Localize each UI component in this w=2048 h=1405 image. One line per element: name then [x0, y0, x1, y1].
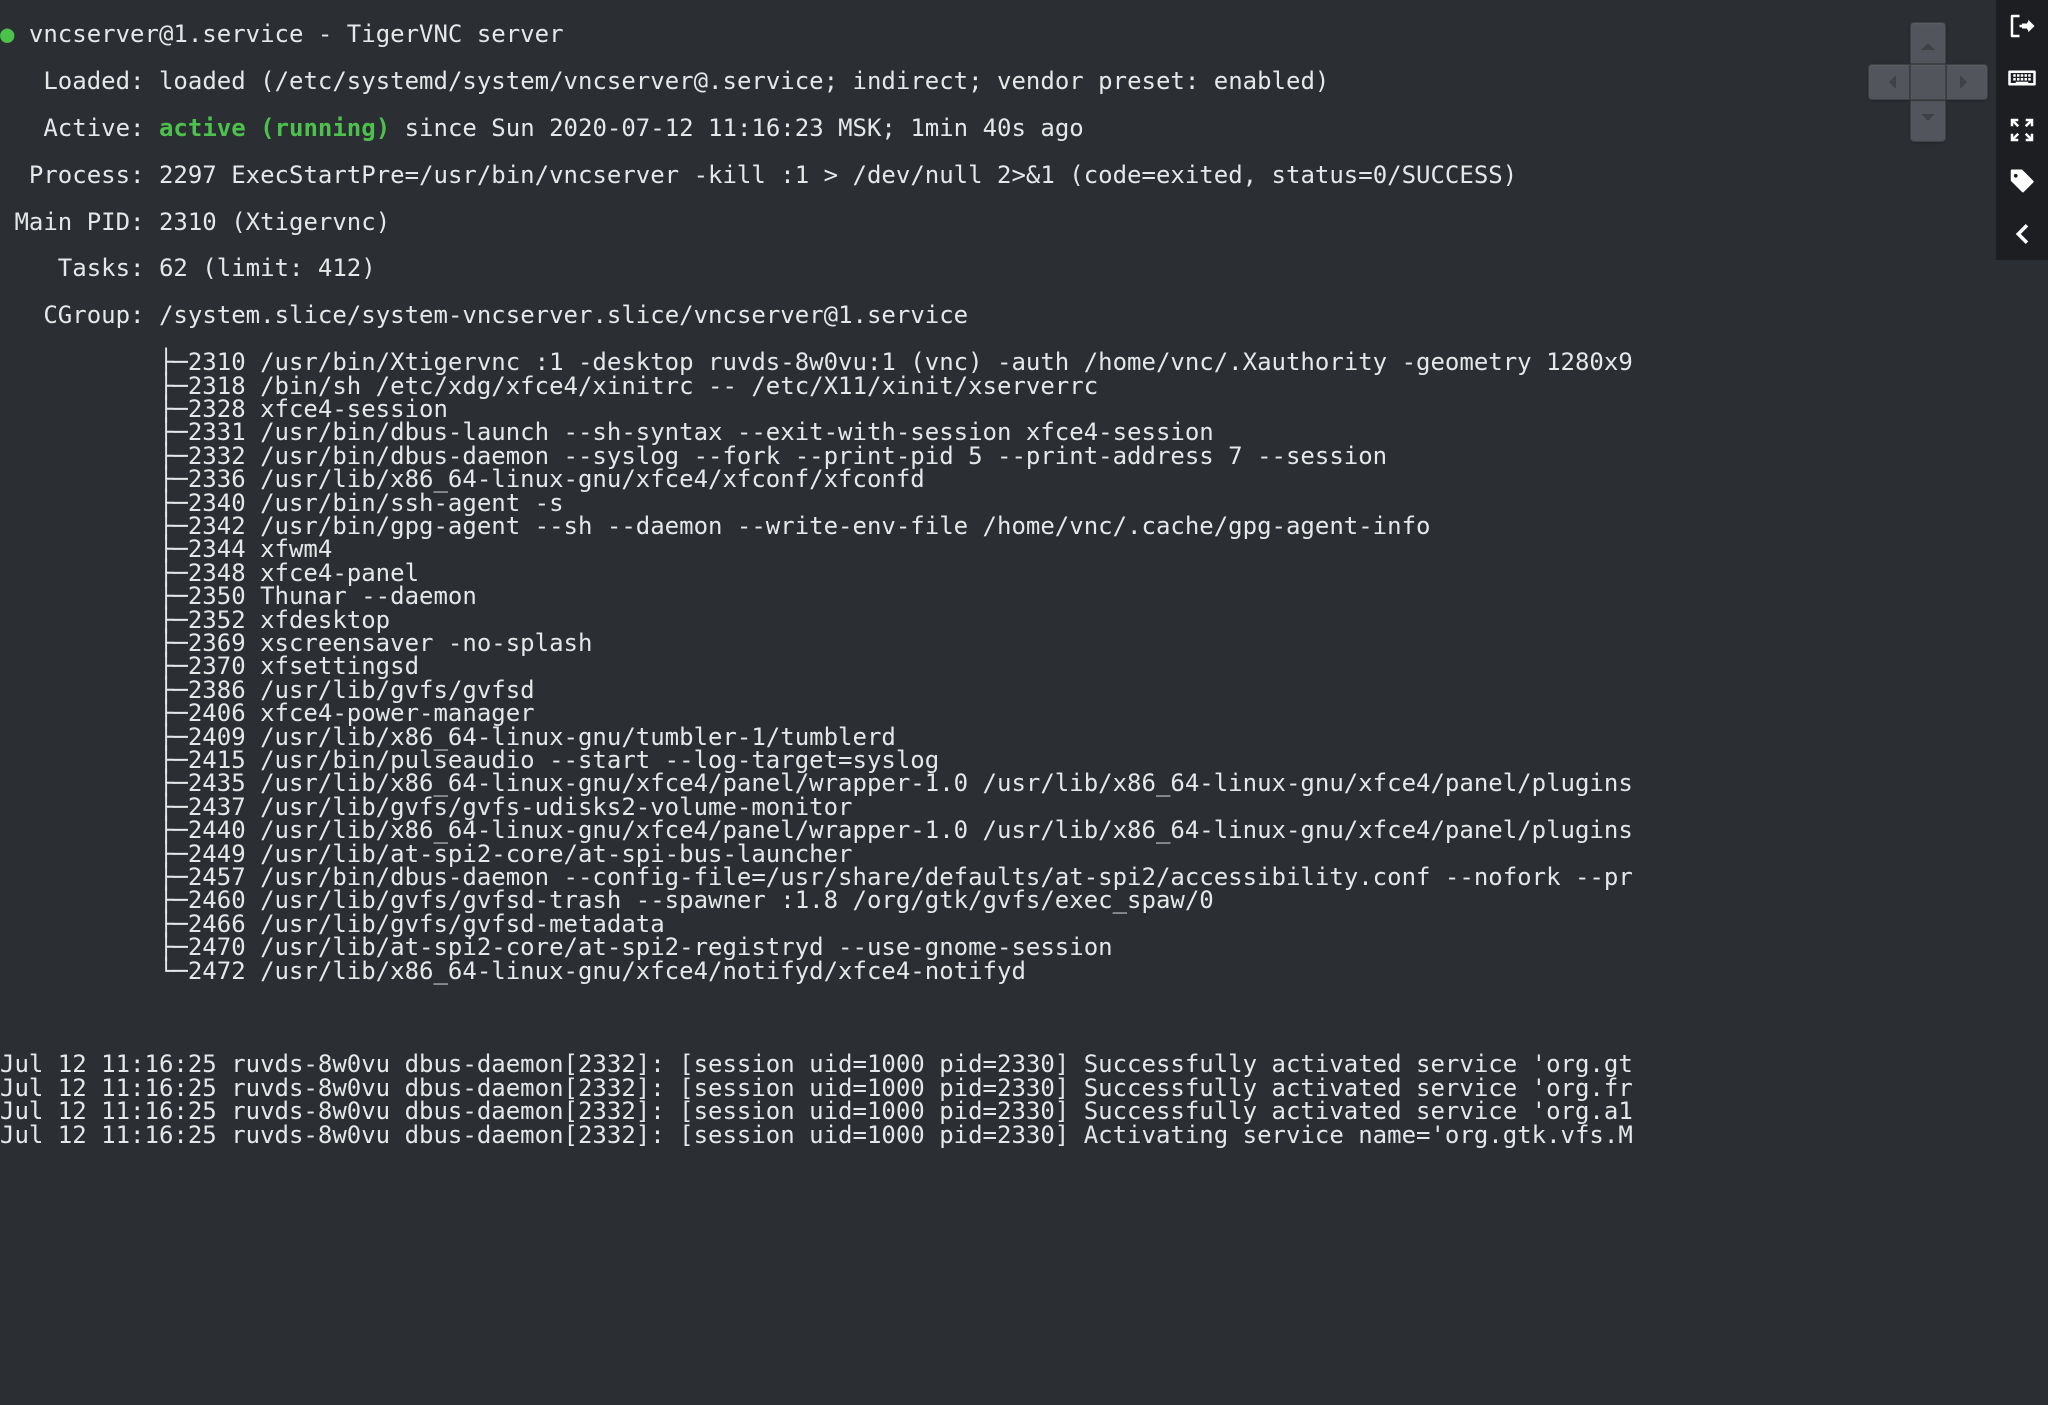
mainpid-line: Main PID: 2310 (Xtigervnc)	[0, 211, 2048, 234]
cgroup-value: /system.slice/system-vncserver.slice/vnc…	[159, 301, 968, 329]
collapse-button[interactable]	[1996, 208, 2048, 260]
vnc-toolbar	[1996, 0, 2048, 260]
service-header-line: ● vncserver@1.service - TigerVNC server	[0, 23, 2048, 46]
process-key: Process:	[29, 161, 145, 189]
blank-line	[0, 1006, 2048, 1029]
keyboard-button[interactable]	[1996, 52, 2048, 104]
status-dot-icon: ●	[0, 20, 14, 48]
journal-log: Jul 12 11:16:25 ruvds-8w0vu dbus-daemon[…	[0, 1053, 2048, 1147]
exit-button[interactable]	[1996, 0, 2048, 52]
fullscreen-button[interactable]	[1996, 104, 2048, 156]
cgroup-tree: ├─2310 /usr/bin/Xtigervnc :1 -desktop ru…	[0, 351, 2048, 983]
tasks-key: Tasks:	[58, 254, 145, 282]
log-line: Jul 12 11:16:25 ruvds-8w0vu dbus-daemon[…	[0, 1124, 2048, 1147]
mainpid-key: Main PID:	[14, 208, 144, 236]
active-key: Active:	[43, 114, 144, 142]
cgroup-tree-row: ├─2310 /usr/bin/Xtigervnc :1 -desktop ru…	[0, 351, 2048, 374]
active-rest: since Sun 2020-07-12 11:16:23 MSK; 1min …	[405, 114, 1084, 142]
dpad-left-button[interactable]	[1868, 64, 1910, 100]
dpad-up-button[interactable]	[1910, 22, 1946, 64]
cgroup-key: CGroup:	[43, 301, 144, 329]
tag-icon	[2007, 167, 2037, 197]
keyboard-icon	[2007, 63, 2037, 93]
tasks-value: 62 (limit: 412)	[159, 254, 376, 282]
exit-icon	[2007, 11, 2037, 41]
active-line: Active: active (running) since Sun 2020-…	[0, 117, 2048, 140]
cgroup-tree-row: └─2472 /usr/lib/x86_64-linux-gnu/xfce4/n…	[0, 960, 2048, 983]
tasks-line: Tasks: 62 (limit: 412)	[0, 257, 2048, 280]
loaded-line: Loaded: loaded (/etc/systemd/system/vncs…	[0, 70, 2048, 93]
loaded-value: loaded (/etc/systemd/system/vncserver@.s…	[159, 67, 1329, 95]
active-status: active (running)	[159, 114, 390, 142]
dpad-down-button[interactable]	[1910, 100, 1946, 142]
dpad-center-button[interactable]	[1910, 64, 1946, 100]
service-header-text: vncserver@1.service - TigerVNC server	[29, 20, 564, 48]
chevron-left-icon	[2007, 219, 2037, 249]
cgroup-line: CGroup: /system.slice/system-vncserver.s…	[0, 304, 2048, 327]
process-line: Process: 2297 ExecStartPre=/usr/bin/vncs…	[0, 164, 2048, 187]
tag-button[interactable]	[1996, 156, 2048, 208]
mainpid-value: 2310 (Xtigervnc)	[159, 208, 390, 236]
terminal-output[interactable]: ● vncserver@1.service - TigerVNC server …	[0, 0, 2048, 1405]
vnc-viewer-window: ● vncserver@1.service - TigerVNC server …	[0, 0, 2048, 1405]
navigation-dpad[interactable]	[1868, 22, 1988, 142]
loaded-key: Loaded:	[43, 67, 144, 95]
dpad-right-button[interactable]	[1946, 64, 1988, 100]
fullscreen-icon	[2007, 115, 2037, 145]
log-line: Jul 12 11:16:25 ruvds-8w0vu dbus-daemon[…	[0, 1100, 2048, 1123]
process-value: 2297 ExecStartPre=/usr/bin/vncserver -ki…	[159, 161, 1517, 189]
